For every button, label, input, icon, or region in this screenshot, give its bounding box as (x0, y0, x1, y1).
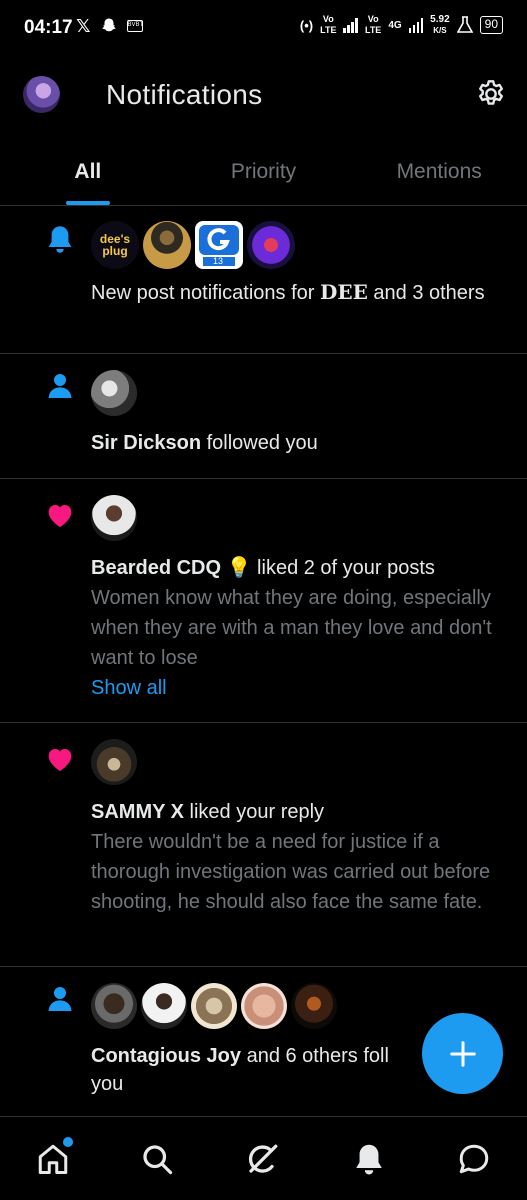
notification-dot (63, 1137, 73, 1147)
hotspot-icon: (•) (299, 17, 314, 33)
notification-name[interactable]: Bearded CDQ 💡 (91, 557, 252, 579)
user-avatar-4[interactable] (241, 983, 287, 1029)
status-left-icons: 𝕏 BVBT (76, 16, 143, 36)
nav-messages[interactable] (456, 1141, 492, 1177)
notification-action: followed you (201, 432, 318, 454)
notification-text: New post notifications for 𝐃𝐄𝐄 and 3 oth… (91, 277, 505, 308)
messages-icon (459, 1144, 489, 1174)
person-icon (48, 374, 72, 398)
x-logo-icon: 𝕏 (76, 16, 91, 36)
user-avatar-5[interactable] (291, 983, 337, 1029)
avatar-group (91, 739, 505, 787)
notification-item[interactable]: Sir Dickson followed you (0, 354, 527, 479)
bell-icon (356, 1144, 382, 1175)
user-avatar-2[interactable] (141, 983, 187, 1029)
tab-mentions[interactable]: Mentions (351, 140, 527, 205)
notification-item[interactable]: dee's plug 13 New post notifications for… (0, 207, 527, 354)
notification-text: Sir Dickson followed you (91, 428, 505, 458)
notification-item[interactable]: SAMMY X liked your reply There wouldn't … (0, 723, 527, 967)
volte-indicator-1: Vo LTE (320, 14, 337, 35)
sports-logo-avatar[interactable] (247, 221, 295, 269)
heart-icon (48, 749, 72, 771)
bell-icon (48, 226, 72, 253)
notification-name[interactable]: Sir Dickson (91, 432, 201, 454)
notification-action: liked 2 of your posts (251, 557, 435, 579)
notification-text-suffix: and 3 others (367, 282, 485, 304)
net-speed-unit: K/S (433, 26, 447, 35)
grok-icon (248, 1144, 278, 1173)
tab-all[interactable]: All (0, 140, 176, 205)
net-speed-value: 5.92 (430, 14, 450, 25)
post-quote[interactable]: Women know what they are doing, especial… (91, 583, 505, 673)
notification-action: and 6 others foll (241, 1045, 389, 1067)
avatar-group (91, 495, 505, 543)
status-bar: 04:17 𝕏 BVBT (•) Vo LTE Vo LTE 4G 5.92 K… (0, 0, 527, 54)
compose-button[interactable] (422, 1013, 503, 1094)
profile-avatar[interactable] (23, 76, 60, 113)
page-title: Notifications (106, 79, 263, 110)
plus-icon (449, 1040, 476, 1067)
avatar-group (91, 370, 505, 418)
signal-bars-2 (408, 17, 424, 33)
notification-text-prefix: New post notifications for (91, 282, 320, 304)
bearded-cdq-avatar[interactable] (91, 495, 137, 541)
status-right-icons: (•) Vo LTE Vo LTE 4G 5.92 K/S 90 (300, 14, 503, 36)
notification-action: liked your reply (183, 801, 325, 823)
sir-dickson-avatar[interactable] (91, 370, 137, 416)
dees-plug-text: dee's plug (99, 232, 131, 258)
dees-plug-avatar[interactable]: dee's plug (91, 221, 139, 269)
avatar-group: dee's plug 13 (91, 221, 505, 269)
notification-name[interactable]: 𝐃𝐄𝐄 (320, 280, 368, 304)
tab-priority[interactable]: Priority (176, 140, 352, 205)
net-speed: 5.92 K/S (430, 14, 449, 36)
nav-grok[interactable] (245, 1141, 281, 1177)
bottom-navigation (0, 1116, 527, 1200)
snapchat-icon (101, 18, 116, 32)
gear-icon[interactable] (475, 78, 507, 110)
athlete-avatar[interactable] (143, 221, 191, 269)
nav-notifications[interactable] (351, 1141, 387, 1177)
show-all-link[interactable]: Show all (91, 673, 505, 703)
person-icon (48, 987, 72, 1011)
user-avatar-3[interactable] (191, 983, 237, 1029)
app-number: 13 (213, 256, 224, 266)
nav-search[interactable] (139, 1141, 175, 1177)
flask-icon (456, 16, 473, 33)
sammy-x-avatar[interactable] (91, 739, 137, 785)
user-avatar-1[interactable] (91, 983, 137, 1029)
network-type: 4G (388, 19, 402, 31)
notification-tabs: All Priority Mentions (0, 140, 527, 206)
notification-text: Bearded CDQ 💡 liked 2 of your posts (91, 553, 505, 583)
notification-item[interactable]: Bearded CDQ 💡 liked 2 of your posts Wome… (0, 479, 527, 723)
app-header: Notifications (0, 62, 527, 132)
app-13-avatar[interactable]: 13 (195, 221, 243, 269)
signal-bars-1 (343, 17, 358, 33)
notification-text: SAMMY X liked your reply (91, 797, 505, 827)
notification-name[interactable]: SAMMY X (91, 801, 184, 823)
volte-indicator-2: Vo LTE (364, 14, 382, 35)
post-quote[interactable]: There wouldn't be a need for justice if … (91, 827, 505, 917)
app-badge-icon: BVBT (126, 20, 143, 32)
status-time: 04:17 (24, 17, 73, 38)
battery-indicator: 90 (479, 16, 503, 34)
heart-icon (48, 505, 72, 527)
nav-home[interactable] (35, 1137, 73, 1177)
notification-name[interactable]: Contagious Joy (91, 1045, 241, 1067)
search-icon (143, 1145, 173, 1175)
